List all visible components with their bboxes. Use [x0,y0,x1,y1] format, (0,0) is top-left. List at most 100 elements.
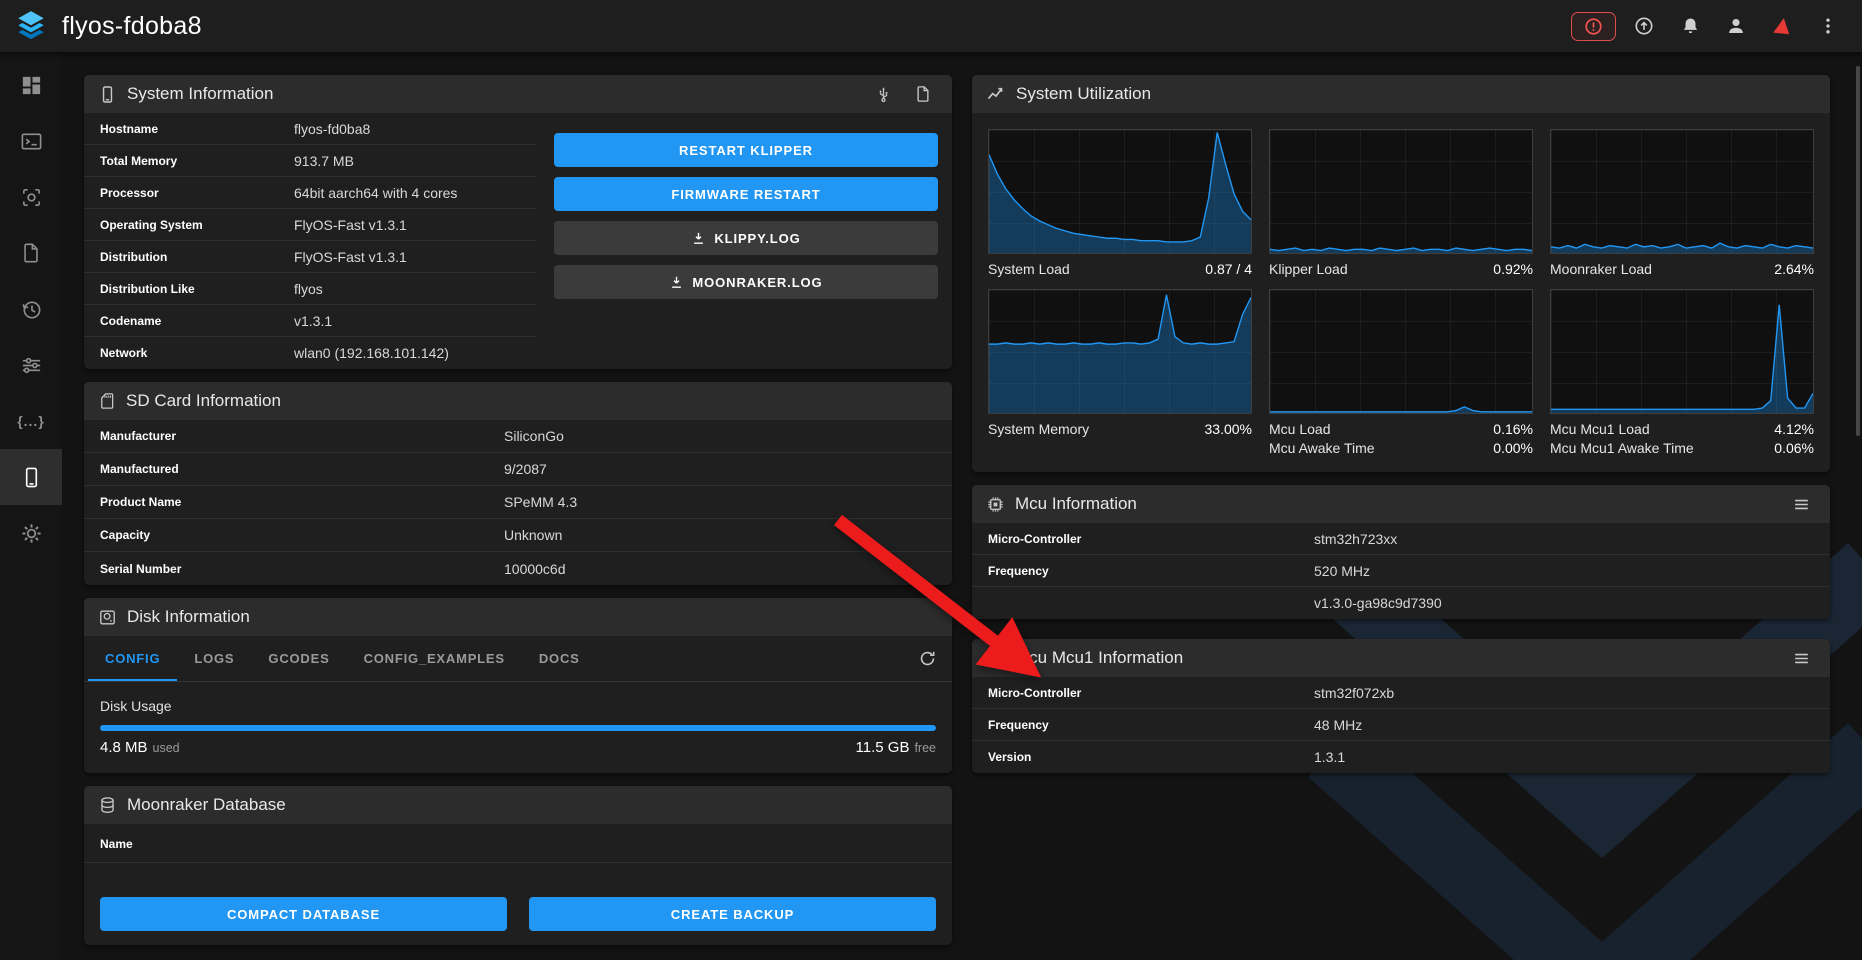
database-actions: COMPACT DATABASE CREATE BACKUP [84,897,952,945]
chart-cell-klipper-load: Klipper Load 0.92% [1269,129,1533,277]
sidebar-item-settings[interactable] [0,505,62,561]
mcu1-information-header: Mcu Mcu1 Information [972,639,1830,677]
system-memory-chart [988,289,1252,414]
sd-card-header: SD Card Information [84,382,952,420]
overflow-menu-button[interactable] [1810,8,1846,44]
table-row: Frequency48 MHz [972,709,1830,741]
table-row: Version1.3.1 [972,741,1830,773]
top-bar: flyos-fdoba8 [0,0,1862,52]
scrollbar-thumb[interactable] [1856,66,1860,436]
log-file-button[interactable] [908,79,938,109]
table-row: DistributionFlyOS-Fast v1.3.1 [84,241,536,273]
app-logo[interactable] [0,9,62,43]
disk-information-header: Disk Information [84,598,952,636]
hamburger-menu-icon [1792,495,1811,514]
chip-icon [986,495,1005,514]
sidebar-item-files[interactable] [0,225,62,281]
topbar-actions [1571,8,1862,44]
firmware-restart-button[interactable]: FIRMWARE RESTART [554,177,938,211]
dashboard-icon [20,74,43,97]
sidebar-nav: {...} [0,52,62,960]
tab-docs[interactable]: DOCS [522,636,597,681]
sidebar-item-machine[interactable] [0,449,62,505]
sd-card-table: ManufacturerSiliconGo Manufactured9/2087… [84,420,952,585]
chart-cell-mcu-load: Mcu Load 0.16% Mcu Awake Time 0.00% [1269,289,1533,456]
database-name-row: Name [84,824,952,863]
system-actions: RESTART KLIPPER FIRMWARE RESTART KLIPPY.… [536,113,952,369]
printer-alert-button[interactable] [1571,12,1616,41]
database-icon [98,796,117,815]
sidebar-item-history[interactable] [0,281,62,337]
chart-caption: Klipper Load 0.92% [1269,261,1533,277]
tab-logs[interactable]: LOGS [177,636,251,681]
panel-title: Disk Information [127,607,250,627]
chart-line-icon [986,84,1006,104]
panel-title: System Utilization [1016,84,1151,104]
panel-title: Mcu Information [1015,494,1137,514]
file-document-icon [20,242,42,264]
update-circle-icon [1633,15,1655,37]
klippy-log-button[interactable]: KLIPPY.LOG [554,221,938,255]
refresh-icon [918,649,937,668]
notifications-button[interactable] [1672,8,1708,44]
disk-information-panel: Disk Information CONFIG LOGS GCODES CONF… [84,598,952,773]
disk-free-suffix: free [914,741,936,755]
sidebar-item-code[interactable]: {...} [0,393,62,449]
restart-klipper-button[interactable]: RESTART KLIPPER [554,133,938,167]
usb-icon [874,85,893,104]
mcu1-menu-button[interactable] [1786,643,1816,673]
table-row: v1.3.0-ga98c9d7390 [972,587,1830,619]
chart-caption: Mcu Awake Time 0.00% [1269,440,1533,456]
page-title: flyos-fdoba8 [62,12,202,41]
sidebar-item-detection[interactable] [0,169,62,225]
chart-cell-system-memory: System Memory 33.00% [988,289,1252,456]
create-backup-button[interactable]: CREATE BACKUP [529,897,936,931]
table-row: Total Memory913.7 MB [84,145,536,177]
cellphone-icon [98,85,117,104]
sidebar-item-dashboard[interactable] [0,57,62,113]
moonraker-log-button[interactable]: MOONRAKER.LOG [554,265,938,299]
alert-circle-icon [1583,16,1604,37]
panel-title: SD Card Information [126,391,281,411]
mcu1-information-panel: Mcu Mcu1 Information Micro-Controllerstm… [972,639,1830,773]
compact-database-button[interactable]: COMPACT DATABASE [100,897,507,931]
table-row: Serial Number10000c6d [84,552,952,585]
application-window: flyos-fdoba8 [0,0,1862,960]
table-row: Product NameSPeMM 4.3 [84,486,952,519]
disk-used-suffix: used [153,741,180,755]
tab-config[interactable]: CONFIG [88,636,177,681]
refresh-button[interactable] [912,644,942,674]
focus-scan-icon [20,186,43,209]
mcu1-load-chart [1550,289,1814,414]
table-row: CapacityUnknown [84,519,952,552]
system-information-table: Hostnameflyos-fd0ba8 Total Memory913.7 M… [84,113,536,369]
update-button[interactable] [1626,8,1662,44]
tab-gcodes[interactable]: GCODES [251,636,346,681]
system-load-chart [988,129,1252,254]
chart-caption: Mcu Mcu1 Load 4.12% [1550,421,1814,437]
table-row: Distribution Likeflyos [84,273,536,305]
disk-usage-bar-fill [100,725,936,731]
account-button[interactable] [1718,8,1754,44]
table-row: Manufactured9/2087 [84,453,952,486]
dots-vertical-icon [1818,16,1838,36]
layers-logo-icon [14,9,48,43]
tab-config-examples[interactable]: CONFIG_EXAMPLES [347,636,522,681]
utilization-grid: System Load 0.87 / 4 Klipper Load 0.92% [972,113,1830,472]
table-row: Hostnameflyos-fd0ba8 [84,113,536,145]
system-utilization-header: System Utilization [972,75,1830,113]
sidebar-item-console[interactable] [0,113,62,169]
moonraker-database-panel: Moonraker Database Name COMPACT DATABASE… [84,786,952,945]
account-icon [1725,15,1747,37]
brand-button[interactable] [1764,8,1800,44]
chart-cell-system-load: System Load 0.87 / 4 [988,129,1252,277]
panel-title: System Information [127,84,273,104]
usb-devices-button[interactable] [868,79,898,109]
sidebar-item-tune[interactable] [0,337,62,393]
chart-caption: Mcu Mcu1 Awake Time 0.06% [1550,440,1814,456]
system-information-header: System Information [84,75,952,113]
mcu-menu-button[interactable] [1786,489,1816,519]
tune-sliders-icon [20,354,43,377]
chart-caption: System Load 0.87 / 4 [988,261,1252,277]
table-row: Frequency520 MHz [972,555,1830,587]
